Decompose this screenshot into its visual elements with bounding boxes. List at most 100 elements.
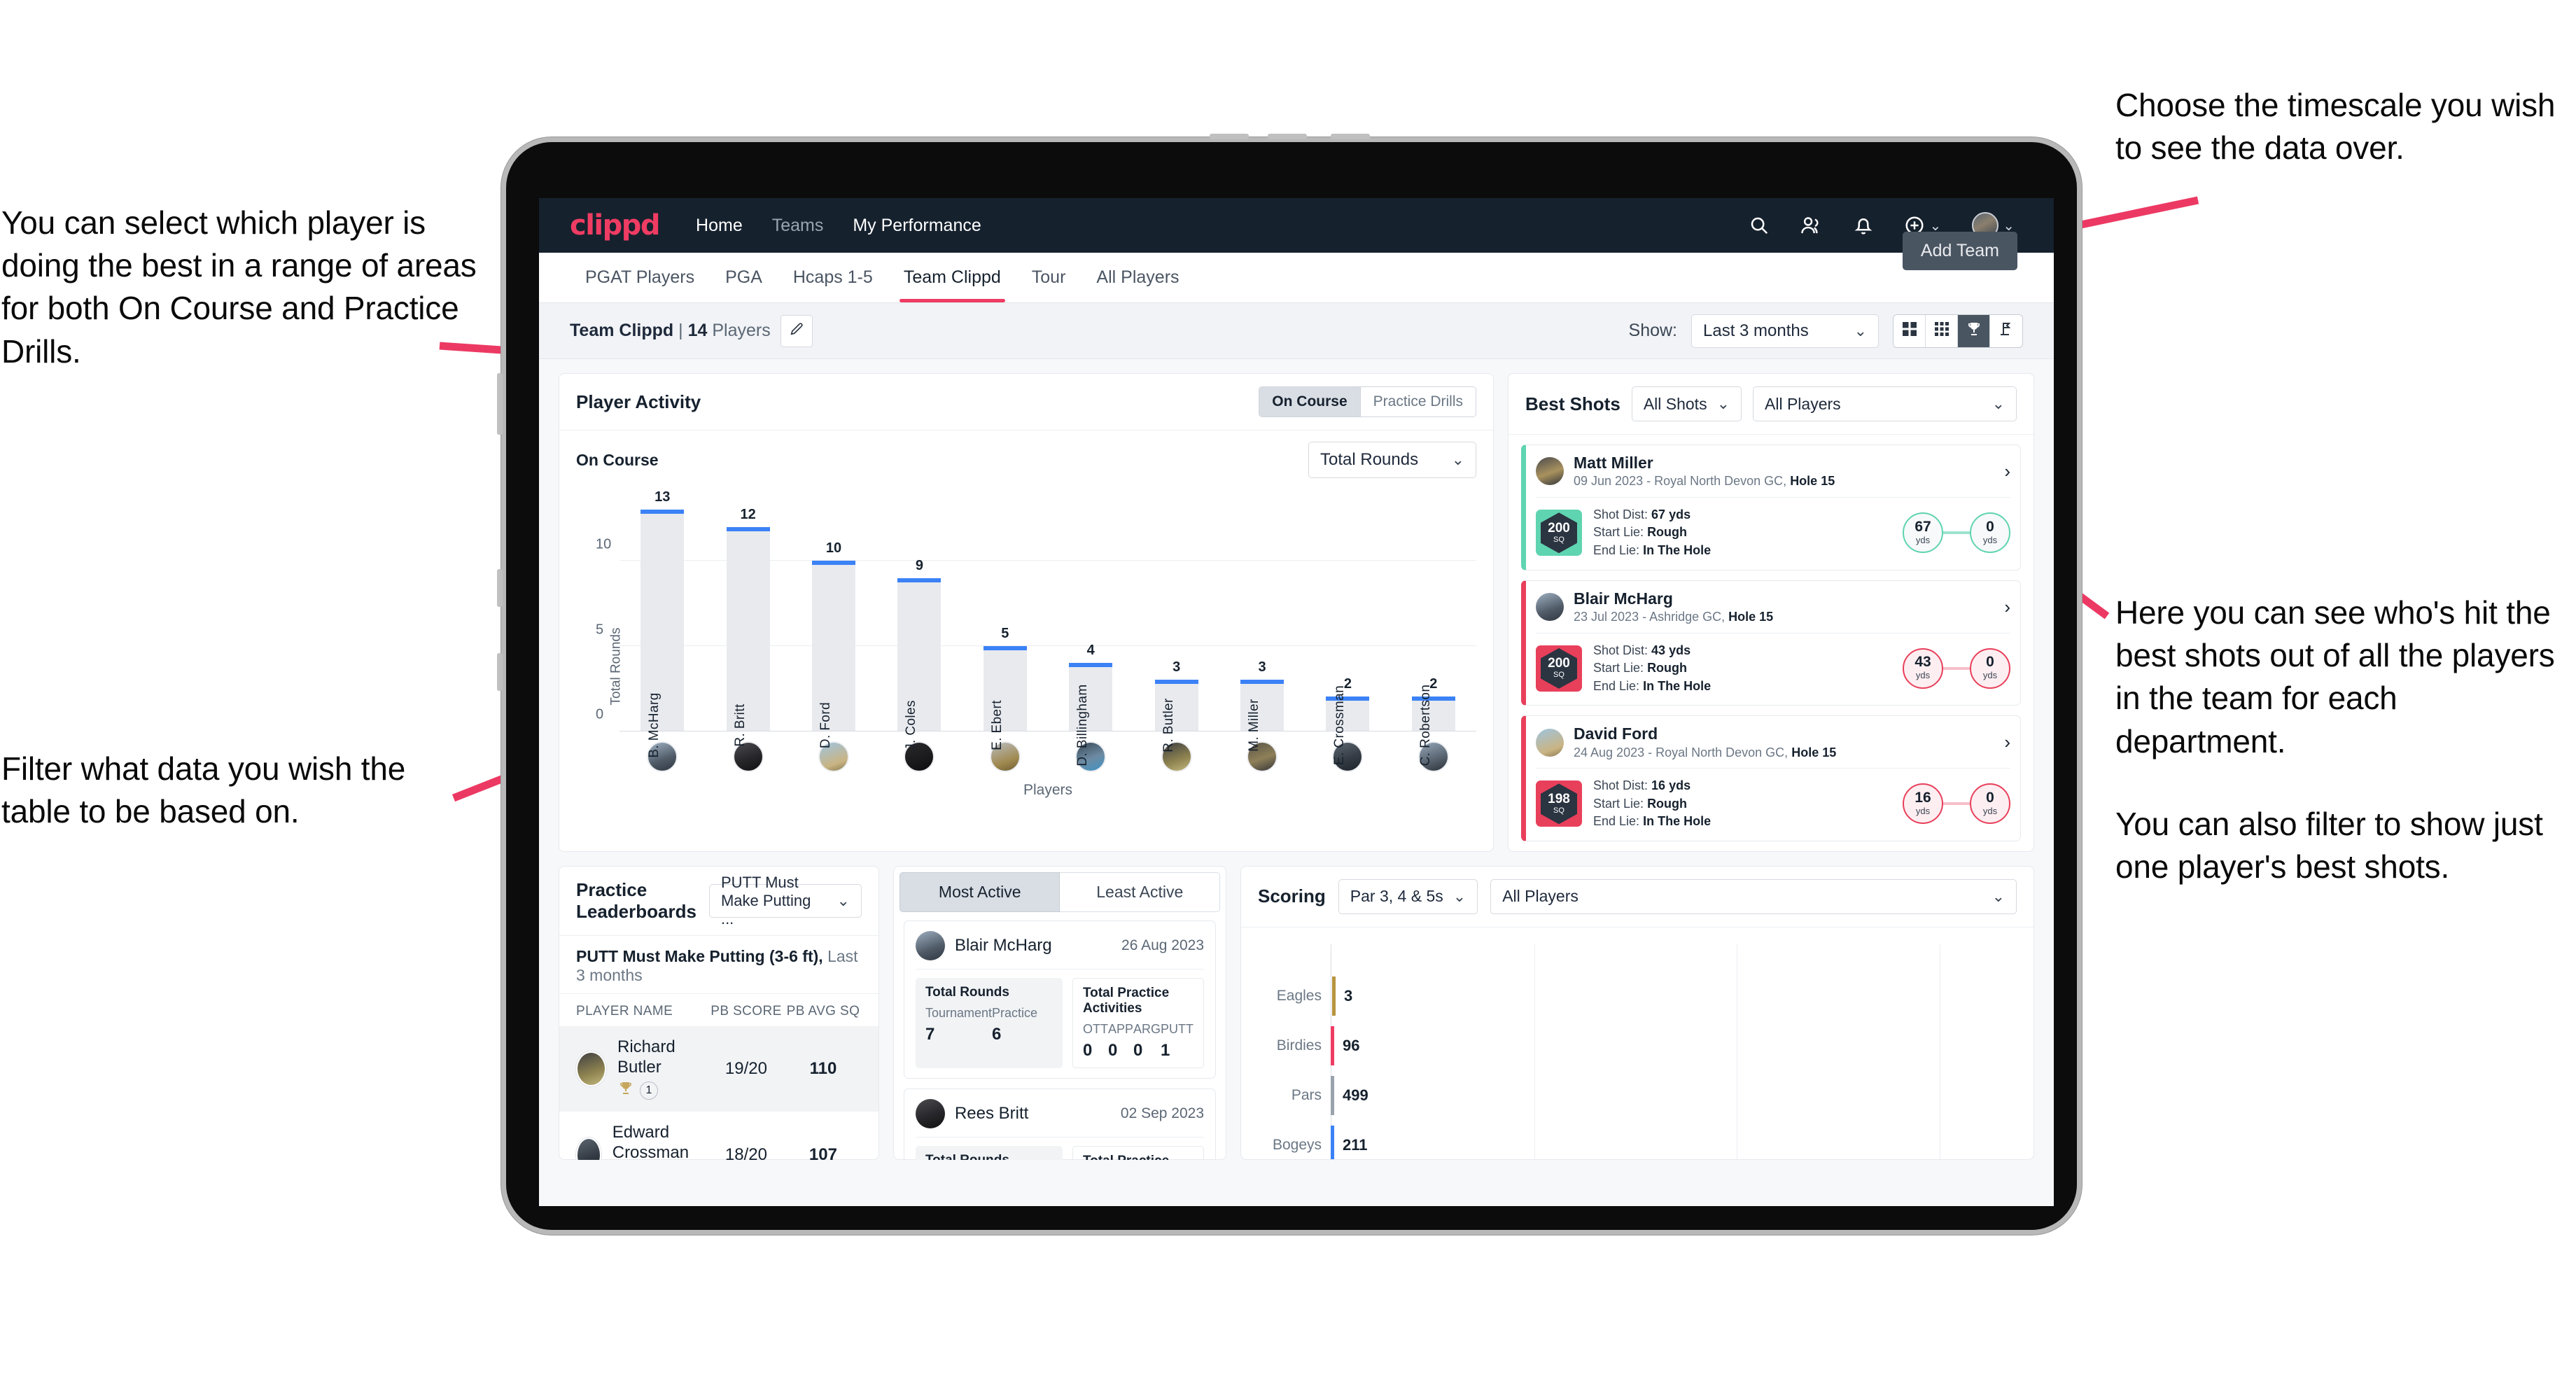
best-shots-player-filter[interactable]: All Players ⌄ [1753, 386, 2017, 421]
chevron-right-icon[interactable]: › [2004, 461, 2010, 482]
nav-link-home[interactable]: Home [696, 216, 743, 236]
best-shot-item[interactable]: David Ford 24 Aug 2023 - Royal North Dev… [1521, 715, 2021, 841]
activity-date: 02 Sep 2023 [1120, 1105, 1204, 1121]
end-lie-label: End Lie: [1593, 814, 1640, 829]
best-shot-hole: Hole 15 [1728, 610, 1774, 624]
shot-distance-start-value: 43 [1914, 654, 1931, 671]
bar-slot[interactable]: 9 J. Coles [876, 493, 962, 750]
best-shot-item[interactable]: Matt Miller 09 Jun 2023 - Royal North De… [1521, 444, 2021, 570]
scoring-bar-row[interactable]: Eagles 3 [1277, 976, 1352, 1016]
scoring-player-filter[interactable]: All Players ⌄ [1490, 878, 2017, 914]
scoring-bar-value: 96 [1343, 1036, 1360, 1054]
view-mode-trophy[interactable] [1958, 314, 1990, 347]
tab-pgat-players[interactable]: PGAT Players [570, 253, 710, 302]
chevron-right-icon[interactable]: › [2004, 596, 2010, 618]
annotation-right-top: Choose the timescale you wish to see the… [2115, 84, 2556, 169]
avslot[interactable] [620, 741, 705, 772]
best-shots-shot-filter[interactable]: All Shots ⌄ [1631, 386, 1742, 421]
chevron-down-icon: ⌄ [836, 891, 850, 909]
scoring-bar-row[interactable]: Pars 499 [1292, 1075, 1368, 1115]
best-shots-player-filter-value: All Players [1765, 394, 1841, 413]
view-mode-grid-small[interactable] [1926, 314, 1958, 347]
start-lie-value: Rough [1647, 525, 1688, 540]
bell-icon[interactable] [1854, 215, 1873, 236]
best-shot-course: Royal North Devon GC, [1656, 745, 1788, 760]
avslot[interactable] [1219, 741, 1305, 772]
tab-pga[interactable]: PGA [710, 253, 778, 302]
tab-least-active[interactable]: Least Active [1060, 872, 1221, 912]
practice-leaderboards-card: Practice Leaderboards PUTT Must Make Put… [559, 865, 879, 1160]
tab-hcaps-1-5[interactable]: Hcaps 1-5 [778, 253, 888, 302]
shot-distance-start-value: 67 [1914, 518, 1931, 535]
rounds-key-practice: Practice [992, 1005, 1038, 1020]
tab-all-players[interactable]: All Players [1081, 253, 1194, 302]
search-icon[interactable] [1749, 215, 1770, 236]
best-shot-date: 09 Jun 2023 [1574, 474, 1644, 489]
view-mode-flag[interactable] [1990, 314, 2022, 347]
people-icon[interactable] [1800, 215, 1823, 236]
avslot[interactable] [791, 741, 876, 772]
bar-slot[interactable]: 13 B. McHarg [620, 489, 705, 758]
activity-list: Blair McHarg 26 Aug 2023 Total Rounds To… [894, 912, 1226, 1160]
scoring-bar-row[interactable]: Birdies 96 [1277, 1026, 1360, 1065]
avatar [915, 1098, 945, 1128]
y-tick-10: 10 [596, 536, 612, 552]
clippd-logo[interactable]: clippd [570, 209, 661, 241]
scoring-category-label: Birdies [1276, 1037, 1322, 1054]
shot-quality-value: 198 [1548, 791, 1570, 806]
segment-practice-drills[interactable]: Practice Drills [1359, 387, 1476, 416]
chevron-right-icon[interactable]: › [2004, 732, 2010, 753]
bar-slot[interactable]: 4 D. Billingham [1048, 493, 1133, 766]
bar-slot[interactable]: 10 D. Ford [791, 493, 876, 748]
annotation-right-middle-text-1: Here you can see who's hit the best shot… [2115, 594, 2555, 760]
tab-team-clippd[interactable]: Team Clippd [888, 253, 1016, 302]
table-row[interactable]: Edward Crossman 2 18/20 107 [559, 1112, 878, 1160]
best-shot-date: 23 Jul 2023 [1574, 610, 1639, 624]
tab-most-active[interactable]: Most Active [899, 872, 1060, 912]
edit-team-button[interactable] [780, 314, 813, 347]
bar-slot[interactable]: 2 C. Robertson [1391, 493, 1476, 766]
bar-slot[interactable]: 3 R. Butler [1133, 493, 1219, 752]
end-lie-label: End Lie: [1593, 678, 1640, 693]
bar-slot[interactable]: 3 M. Miller [1219, 493, 1305, 752]
shot-dist-label: Shot Dist: [1593, 507, 1648, 522]
nav-link-my-performance[interactable]: My Performance [853, 216, 981, 236]
section-tabbar: PGAT Players PGA Hcaps 1-5 Team Clippd T… [539, 232, 2054, 303]
avslot[interactable] [876, 741, 962, 772]
scoring-par-filter-value: Par 3, 4 & 5s [1350, 887, 1443, 906]
y-tick-5: 5 [596, 622, 604, 638]
bar-label: E. Crossman [1332, 685, 1348, 766]
activity-item[interactable]: Rees Britt 02 Sep 2023 Total Rounds Tour… [903, 1088, 1216, 1160]
scoring-category-label: Pars [1291, 1086, 1322, 1103]
bar-slot[interactable]: 2 E. Crossman [1305, 493, 1390, 765]
nav-link-teams[interactable]: Teams [772, 216, 824, 236]
shot-quality-unit: SQ [1553, 535, 1564, 544]
scoring-bar-row[interactable]: Bogeys 211 [1273, 1125, 1368, 1159]
avslot[interactable] [1305, 741, 1390, 772]
bar-slot[interactable]: 12 R. Britt [705, 493, 790, 747]
practice-drill-select[interactable]: PUTT Must Make Putting ... ⌄ [708, 874, 862, 927]
trophy-icon [617, 1080, 634, 1100]
shot-distance-start-unit: yds [1915, 805, 1931, 816]
table-row[interactable]: Richard Butler 1 19/20 110 [559, 1026, 878, 1112]
team-toolbar: Team Clippd | 14 Players Show: Last 3 mo… [539, 303, 2054, 359]
best-shot-player-name: Blair McHarg [1574, 589, 1673, 608]
practice-value-arg: 0 [1133, 1040, 1143, 1060]
tab-tour[interactable]: Tour [1016, 253, 1082, 302]
add-team-button[interactable]: Add Team [1902, 232, 2017, 270]
activity-item[interactable]: Blair McHarg 26 Aug 2023 Total Rounds To… [903, 920, 1216, 1079]
segment-on-course[interactable]: On Course [1259, 387, 1360, 416]
view-mode-grid-large[interactable] [1893, 314, 1926, 347]
chart-bars: 13 B. McHarg 12 R. Britt 10 D. Ford 9 J.… [620, 489, 1476, 766]
metric-select[interactable]: Total Rounds ⌄ [1308, 442, 1476, 478]
avslot[interactable] [1048, 741, 1133, 772]
view-mode-group [1893, 314, 2023, 348]
shot-dist-label: Shot Dist: [1593, 778, 1648, 793]
shot-dist-value: 67 yds [1651, 507, 1691, 522]
best-shot-item[interactable]: Blair McHarg 23 Jul 2023 - Ashridge GC, … [1521, 580, 2021, 706]
bar-slot[interactable]: 5 E. Ebert [962, 493, 1048, 750]
timescale-select[interactable]: Last 3 months ⌄ [1691, 314, 1879, 348]
shot-quality-badge: 200 SQ [1536, 510, 1582, 556]
scoring-par-filter[interactable]: Par 3, 4 & 5s ⌄ [1338, 878, 1478, 914]
player-activity-title: Player Activity [576, 391, 701, 412]
